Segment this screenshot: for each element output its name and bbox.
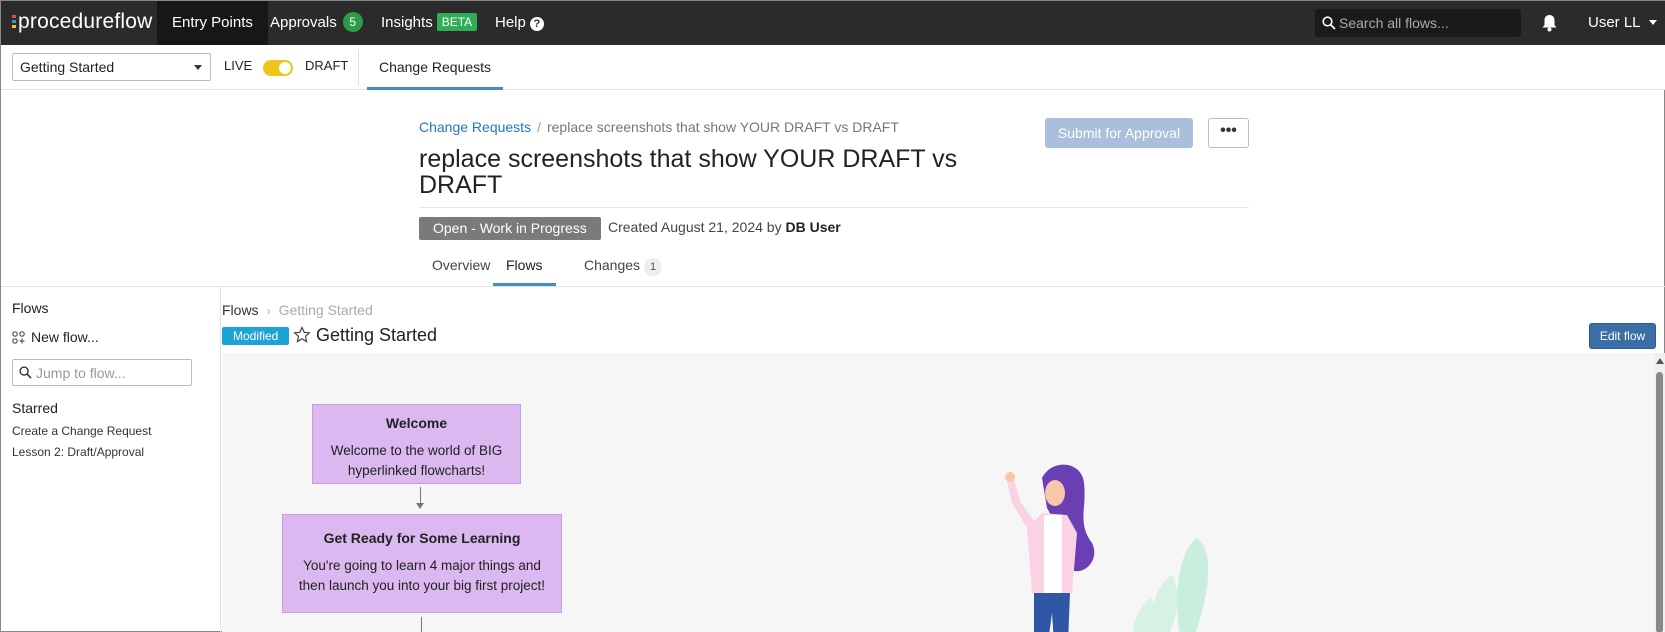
global-search[interactable] [1315,9,1521,37]
changes-count-badge: 1 [644,258,663,276]
logo-text: procedureflow [18,10,153,33]
nav-insights-label: Insights [381,14,433,31]
nav-approvals-label: Approvals [270,14,337,31]
nav-help-label: Help [495,14,526,31]
submit-for-approval-button[interactable]: Submit for Approval [1045,118,1193,148]
divider [419,207,1249,208]
flow-node-welcome[interactable]: Welcome Welcome to the world of BIG hyper… [312,404,521,484]
arrow-down-icon [416,503,424,509]
search-icon [1322,16,1336,30]
tab-flows-label: Flows [506,257,543,273]
nav-help[interactable]: Help? [480,1,559,45]
flow-breadcrumb-current: Getting Started [278,302,373,318]
woman-illustration-icon [1005,464,1209,632]
user-menu[interactable]: User LL [1588,1,1657,45]
draft-label: DRAFT [305,58,349,73]
node-body-line: hyperlinked flowcharts! [347,463,486,478]
starred-item[interactable]: Lesson 2: Draft/Approval [12,445,144,459]
node-body-line: Welcome to the world of BIG [330,443,503,458]
chevron-down-icon [1648,20,1657,25]
starred-title: Starred [12,400,58,416]
live-draft-toggle[interactable] [263,60,293,76]
tab-change-requests[interactable]: Change Requests [367,45,503,90]
top-nav: procedureflow Entry Points Approvals 5 In… [1,1,1665,45]
toggle-knob [279,62,291,74]
flows-sidebar: Flows New flow... Starred Create a Chang… [1,287,221,632]
node-body-line: then launch you into your big first proj… [298,578,546,593]
star-icon[interactable] [293,326,311,344]
sidebar-title: Flows [12,300,49,316]
node-body: Welcome to the world of BIG hyperlinked f… [313,441,520,481]
flow-breadcrumb: Flows › Getting Started [222,302,373,318]
flow-connector [420,487,421,503]
more-options-button[interactable]: ••• [1208,118,1249,148]
nav-entry-points[interactable]: Entry Points [157,1,268,45]
nav-approvals[interactable]: Approvals 5 [255,1,378,45]
jump-to-flow[interactable] [12,359,192,386]
help-icon: ? [529,17,544,31]
beta-badge: BETA [436,13,478,31]
user-name: User LL [1588,14,1641,31]
logo[interactable]: procedureflow [12,10,153,34]
breadcrumb: Change Requests / replace screenshots that… [419,119,899,135]
new-flow-icon [12,330,25,344]
node-body-line: You're going to learn 4 major things and [303,558,541,573]
tab-overview[interactable]: Overview [419,247,503,286]
tab-flows[interactable]: Flows [493,247,556,286]
tab-changes[interactable]: Changes 1 [571,247,675,286]
scrollbar-thumb[interactable] [1656,372,1663,632]
nav-insights[interactable]: Insights BETA [366,1,492,45]
flow-canvas[interactable]: Welcome Welcome to the world of BIG hyper… [222,353,1654,632]
scroll-up-icon[interactable] [1656,358,1664,364]
new-flow-label: New flow... [31,329,99,345]
search-input[interactable] [1339,9,1517,37]
live-label: LIVE [224,58,253,73]
flow-breadcrumb-root[interactable]: Flows [222,302,259,318]
breadcrumb-separator: / [537,119,541,135]
node-body: You're going to learn 4 major things and… [283,556,561,596]
flowset-select-value: Getting Started [20,59,115,75]
breadcrumb-separator: › [266,304,271,318]
tab-overview-label: Overview [432,257,491,273]
search-icon [19,366,32,379]
jump-to-flow-input[interactable] [36,360,186,385]
node-title: Welcome [385,415,448,431]
divider [1,286,1665,287]
flow-title: Getting Started [316,325,438,345]
divider [358,50,359,86]
created-date: Created August 21, 2024 by [608,219,782,235]
approvals-count-badge: 5 [342,12,363,32]
flow-node-get-ready[interactable]: Get Ready for Some Learning You're going… [282,514,562,613]
starred-item[interactable]: Create a Change Request [12,424,151,438]
breadcrumb-change-requests[interactable]: Change Requests [419,119,531,135]
edit-flow-button[interactable]: Edit flow [1589,323,1656,349]
nav-entry-points-label: Entry Points [172,14,253,31]
page-title: replace screenshots that show YOUR DRAFT… [419,145,958,199]
status-badge: Open - Work in Progress [419,217,601,240]
vertical-scrollbar[interactable] [1654,353,1665,632]
chevron-down-icon [194,65,202,70]
logo-icon [12,14,16,30]
node-title: Get Ready for Some Learning [323,530,521,546]
breadcrumb-current: replace screenshots that show YOUR DRAFT… [546,119,899,135]
bell-icon[interactable] [1541,14,1558,32]
flow-connector [421,617,422,632]
created-info: Created August 21, 2024 by DB User [608,219,841,235]
new-flow-link[interactable]: New flow... [12,329,99,345]
tab-changes-label: Changes [584,257,641,273]
flowset-select[interactable]: Getting Started [12,53,211,81]
created-by: DB User [785,219,841,235]
modified-badge: Modified [222,327,290,345]
sub-bar: Getting Started LIVE DRAFT Change Reques… [1,45,1665,90]
